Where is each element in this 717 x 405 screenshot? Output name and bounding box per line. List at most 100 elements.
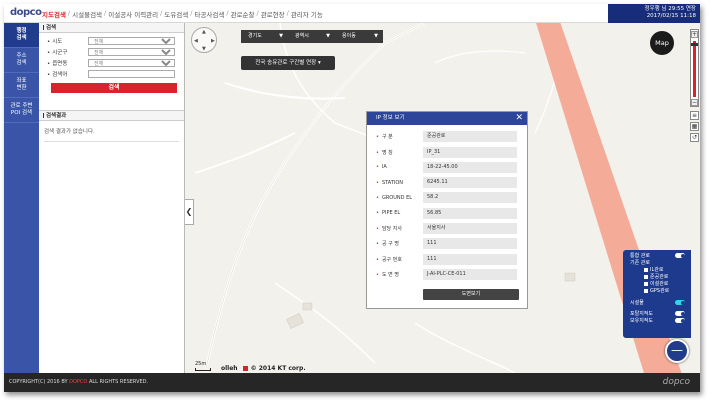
nav-coord-convert[interactable]: 좌표 변환: [4, 73, 39, 98]
toggle-pipeline-total[interactable]: [675, 253, 685, 258]
zoom-control[interactable]: + −: [690, 29, 699, 107]
nav-admin-search[interactable]: 행정 검색: [4, 23, 39, 48]
search-panel: 검색 시도 전체 시군구 전체 읍면동 전체 검색어 검색 검색결과 검색 결과…: [39, 23, 185, 373]
copyright-brand: DOPCO: [69, 379, 88, 385]
route-length-label: 전국 송유관로 구간별 연장: [255, 60, 317, 66]
popup-title: IP 정보 보기: [376, 115, 405, 121]
info-row: IA18-22-45.00: [367, 161, 527, 174]
logo: dopco: [10, 7, 42, 18]
info-value: 준공관로: [423, 131, 517, 143]
divider: [44, 141, 179, 142]
nav-poi-search[interactable]: 관로 주변 POI 검색: [4, 98, 39, 123]
layer-menu-button[interactable]: —: [665, 339, 689, 363]
info-value: J-AI-PLC-CE-011: [423, 268, 517, 280]
zoom-in-button[interactable]: +: [691, 31, 698, 38]
sigungu-select[interactable]: 전체: [88, 48, 175, 56]
layer-label: 이설관로: [650, 281, 669, 287]
info-row: PIPE EL56.85: [367, 207, 527, 220]
district-dropdown[interactable]: 용이동 ▼: [335, 30, 383, 43]
user-datetime: 2017/02/15 11:18: [646, 13, 696, 19]
map-provider-logo: olleh © 2014 KT corp.: [221, 365, 306, 372]
toggle-tbm[interactable]: [675, 311, 685, 316]
menu-separator: /: [256, 9, 259, 17]
map-copyright: © 2014 KT corp.: [250, 365, 306, 372]
menu-facility-search[interactable]: 시설물검색: [72, 9, 102, 19]
map-type-button[interactable]: Map: [650, 31, 674, 55]
info-row: 구 분준공관로: [367, 130, 527, 143]
menu-map-search[interactable]: 지도검색: [42, 9, 66, 19]
results-title: 검색결과: [46, 113, 67, 119]
layer-row-completed: 준공관로: [626, 273, 688, 280]
pan-left-icon[interactable]: ◀: [194, 38, 198, 44]
toggle-facilities[interactable]: [675, 300, 685, 305]
checkbox-il[interactable]: [644, 267, 648, 272]
sido-select[interactable]: 전체: [88, 37, 175, 45]
nav-label: 주소 검색: [16, 53, 27, 66]
chevron-down-icon: ▼: [374, 33, 378, 39]
pan-down-icon[interactable]: ▼: [202, 46, 206, 52]
zoom-track[interactable]: [693, 41, 696, 97]
menu-separator: /: [226, 9, 229, 17]
header-bar-icon: [43, 113, 44, 118]
measure-distance-icon[interactable]: ≡: [690, 111, 699, 120]
checkbox-relocated[interactable]: [644, 281, 648, 286]
layer-row-facilities: 시설물: [626, 299, 688, 306]
chevron-down-icon: ▾: [317, 60, 321, 66]
info-row: 공 구 명111: [367, 237, 527, 250]
toggle-cadastral[interactable]: [675, 318, 685, 323]
pan-up-icon[interactable]: ▲: [202, 29, 206, 35]
scale-bar: [195, 368, 211, 371]
info-row: 도 면 명J-AI-PLC-CE-011: [367, 268, 527, 281]
search-button[interactable]: 검색: [51, 83, 177, 93]
info-label: 명 칭: [376, 149, 423, 156]
nav-label: 관로 주변 POI 검색: [10, 103, 33, 116]
menu-admin[interactable]: 관리자 기능: [291, 9, 323, 19]
app-window: dopco 지도검색 / 시설물검색 / 이설공사 이력관리 / 도유검색 / 타공사검…: [4, 4, 700, 392]
close-icon[interactable]: ✕: [515, 112, 523, 125]
top-bar: dopco 지도검색 / 시설물검색 / 이설공사 이력관리 / 도유검색 / 타공사검…: [4, 4, 700, 23]
info-label: IA: [376, 164, 423, 170]
nav-address-search[interactable]: 주소 검색: [4, 48, 39, 73]
measure-area-icon[interactable]: ▦: [690, 122, 699, 131]
checkbox-gps[interactable]: [644, 288, 648, 293]
menu-patrol[interactable]: 관로순찰: [231, 9, 255, 19]
metro-dropdown[interactable]: 광역시 ▼: [288, 30, 335, 43]
empty-message: 검색 결과가 없습니다.: [44, 129, 95, 135]
field-row-keyword: 검색어: [43, 69, 180, 79]
info-row: 공구 번호111: [367, 253, 527, 266]
reset-icon[interactable]: ↺: [690, 133, 699, 142]
checkbox-completed[interactable]: [644, 274, 648, 279]
menu-field[interactable]: 관로현장: [261, 9, 285, 19]
info-value: 서울지사: [423, 223, 517, 235]
field-row-eupmyeondong: 읍면동 전체: [43, 58, 180, 68]
chevron-left-icon: ❮: [185, 207, 193, 216]
info-label: PIPE EL: [376, 210, 423, 216]
user-session: 정우행 님 29:55 연장: [644, 6, 696, 12]
keyword-input[interactable]: [88, 70, 175, 78]
zoom-out-button[interactable]: −: [691, 99, 698, 106]
menu-oil-search[interactable]: 도유검색: [164, 9, 188, 19]
menu-separator: /: [160, 9, 163, 17]
results-list: 검색 결과가 없습니다.: [39, 121, 184, 148]
search-form: 시도 전체 시군구 전체 읍면동 전체 검색어 검색: [39, 33, 184, 111]
province-dropdown[interactable]: 경기도 ▼: [241, 30, 288, 43]
pan-right-icon[interactable]: ▶: [211, 38, 215, 44]
eupmyeondong-select[interactable]: 전체: [88, 59, 175, 67]
menu-separator: /: [67, 9, 71, 17]
nav-label: 행정 검색: [16, 28, 27, 41]
layer-row-gps: GPS관로: [626, 287, 688, 294]
layer-row-total: 통합 관로: [626, 252, 688, 259]
popup-header: IP 정보 보기 ✕: [367, 112, 527, 125]
menu-relocation-history[interactable]: 이설공사 이력관리: [108, 9, 158, 19]
map-view[interactable]: ▲ ◀ ▶ ▼ 경기도 ▼ 광역시 ▼ 용이동 ▼ 전국 송유관로 구간별 연장 ▾ …: [185, 23, 700, 373]
pan-control[interactable]: ▲ ◀ ▶ ▼: [191, 27, 217, 53]
zoom-handle[interactable]: [691, 43, 698, 46]
info-label: 공구 번호: [376, 256, 423, 263]
layer-row-cadastral: 보유지적도: [626, 317, 688, 324]
menu-other-works[interactable]: 타공사검색: [194, 9, 224, 19]
provider-name: olleh: [221, 365, 238, 372]
view-drawing-button[interactable]: 도면보기: [423, 289, 519, 300]
panel-collapse-button[interactable]: ❮: [185, 199, 194, 225]
route-length-button[interactable]: 전국 송유관로 구간별 연장 ▾: [241, 56, 335, 70]
info-row: GROUND EL58.2: [367, 191, 527, 204]
